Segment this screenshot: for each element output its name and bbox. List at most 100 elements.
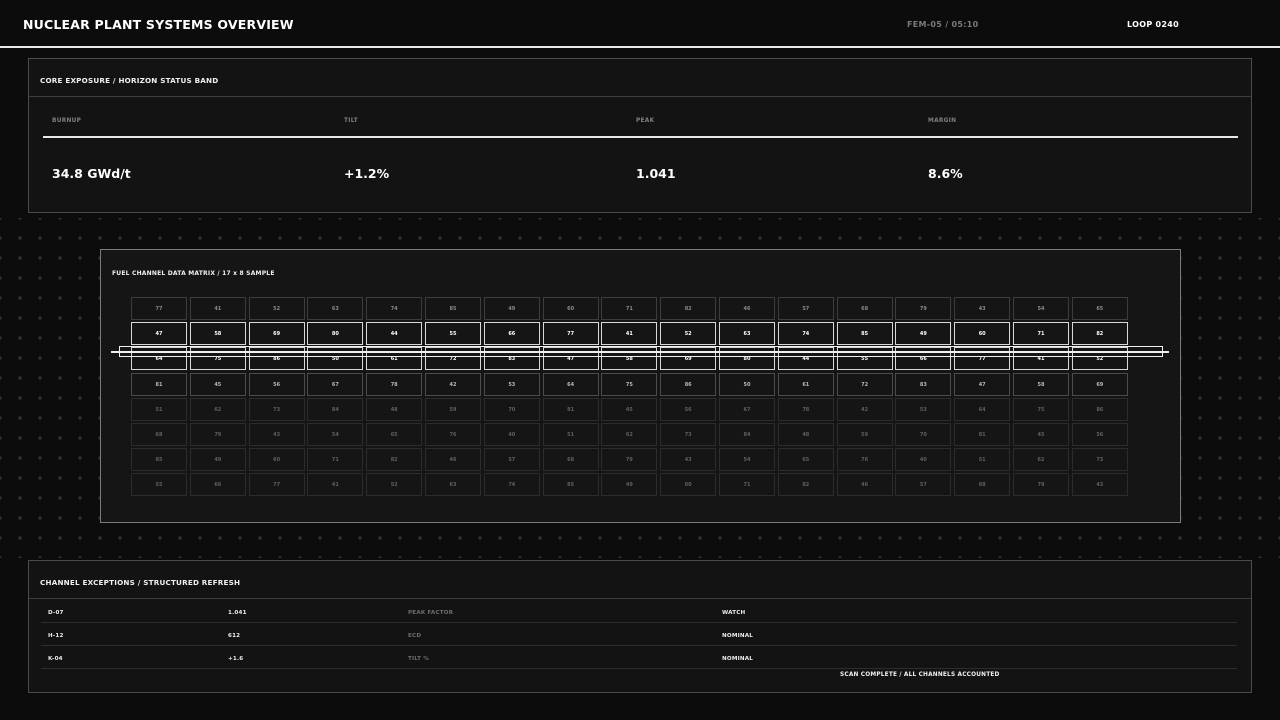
matrix-cell: 82 <box>777 473 834 497</box>
matrix-cell: 72 <box>836 372 893 396</box>
matrix-cell: 73 <box>1071 448 1128 472</box>
matrix-cell: 82 <box>660 297 717 320</box>
header-meta: FEM-05 / 05:10 <box>907 20 979 29</box>
table-row[interactable]: H-12 612 ECD NOMINAL <box>41 623 1237 646</box>
matrix-cell: 79 <box>601 448 658 472</box>
metric-label-tilt: TILT <box>344 118 358 124</box>
matrix-cell: 71 <box>601 297 658 320</box>
channel-value: 612 <box>228 633 241 639</box>
matrix-cell: 65 <box>366 423 423 446</box>
header-loop: LOOP 0240 <box>1127 20 1180 29</box>
metric-value-burnup: 34.8 GWd/t <box>52 166 131 181</box>
matrix-cell: 42 <box>836 397 893 421</box>
core-exposure-panel: CORE EXPOSURE / HORIZON STATUS BAND BURN… <box>28 58 1252 213</box>
matrix-cell: 43 <box>1071 473 1128 497</box>
matrix-cell: 55 <box>425 322 481 346</box>
matrix-cell: 66 <box>483 322 540 346</box>
channel-metric: ECD <box>408 633 422 639</box>
matrix-cell: 54 <box>1013 297 1069 320</box>
matrix-cell: 82 <box>1071 322 1128 346</box>
matrix-cell: 59 <box>425 397 481 421</box>
matrix-cell: 68 <box>836 297 893 320</box>
matrix-cell: 65 <box>1071 297 1128 320</box>
matrix-cell: 85 <box>542 473 599 497</box>
matrix-cell: 47 <box>131 322 187 346</box>
matrix-cell: 40 <box>895 448 952 472</box>
matrix-cell: 73 <box>248 397 305 421</box>
matrix-cell: 66 <box>189 473 246 497</box>
matrix-cell: 46 <box>719 297 775 320</box>
matrix-cell: 42 <box>425 372 481 396</box>
table-row[interactable]: D-07 1.041 PEAK FACTOR WATCH <box>41 600 1237 623</box>
matrix-cell: 51 <box>954 448 1011 472</box>
divider <box>29 598 1251 599</box>
matrix-cell: 52 <box>660 322 717 346</box>
matrix-cell: 65 <box>777 448 834 472</box>
matrix-cell: 74 <box>777 322 834 346</box>
table-row[interactable]: K-04 +1.6 TILT % NOMINAL <box>41 646 1237 669</box>
channel-status: WATCH <box>722 610 746 616</box>
matrix-cell: 57 <box>777 297 834 320</box>
scan-status-text: SCAN COMPLETE / ALL CHANNELS ACCOUNTED <box>840 672 1000 678</box>
matrix-cell: 57 <box>483 448 540 472</box>
matrix-cell: 55 <box>131 473 187 497</box>
matrix-cell: 77 <box>542 322 599 346</box>
matrix-cell: 60 <box>542 297 599 320</box>
channel-metric: PEAK FACTOR <box>408 610 454 616</box>
metric-value-peak: 1.041 <box>636 166 676 181</box>
matrix-cell: 76 <box>836 448 893 472</box>
matrix-cell: 62 <box>601 423 658 446</box>
matrix-cell: 70 <box>895 423 952 446</box>
matrix-cell: 64 <box>542 372 599 396</box>
matrix-cell: 85 <box>131 448 187 472</box>
matrix-cell: 50 <box>719 372 775 396</box>
core-panel-title: CORE EXPOSURE / HORIZON STATUS BAND <box>40 76 219 85</box>
matrix-cell: 78 <box>777 397 834 421</box>
channel-exceptions-panel: CHANNEL EXCEPTIONS / STRUCTURED REFRESH … <box>28 560 1252 693</box>
metric-label-burnup: BURNUP <box>52 118 82 124</box>
matrix-cell: 62 <box>189 397 246 421</box>
matrix-cell: 76 <box>425 423 481 446</box>
matrix-cell: 82 <box>366 448 423 472</box>
matrix-cell: 49 <box>189 448 246 472</box>
metric-label-margin: MARGIN <box>928 118 957 124</box>
matrix-cell: 69 <box>248 322 305 346</box>
channel-status: NOMINAL <box>722 633 754 639</box>
channel-metric: TILT % <box>408 656 430 662</box>
matrix-cell: 41 <box>601 322 658 346</box>
matrix-cell: 58 <box>1013 372 1069 396</box>
matrix-cell: 56 <box>660 397 717 421</box>
matrix-cell: 49 <box>601 473 658 497</box>
matrix-cell: 79 <box>895 297 952 320</box>
matrix-cell: 70 <box>483 397 540 421</box>
matrix-cell: 63 <box>719 322 775 346</box>
channel-id: K-04 <box>48 656 63 662</box>
matrix-cell: 81 <box>542 397 599 421</box>
matrix-cell: 67 <box>719 397 775 421</box>
matrix-cell: 59 <box>836 423 893 446</box>
matrix-cell: 81 <box>131 372 187 396</box>
matrix-cell: 63 <box>307 297 364 320</box>
matrix-cell: 44 <box>366 322 423 346</box>
matrix-cell: 48 <box>366 397 423 421</box>
matrix-cell: 68 <box>954 473 1011 497</box>
matrix-cell: 41 <box>189 297 246 320</box>
page-title: NUCLEAR PLANT SYSTEMS OVERVIEW <box>23 17 294 32</box>
matrix-cell: 74 <box>483 473 540 497</box>
matrix-cell: 83 <box>895 372 952 396</box>
matrix-cell: 75 <box>601 372 658 396</box>
matrix-cell: 43 <box>954 297 1011 320</box>
matrix-cell: 74 <box>366 297 423 320</box>
matrix-cell: 43 <box>660 448 717 472</box>
matrix-cell: 71 <box>1013 322 1069 346</box>
matrix-cell: 77 <box>131 297 187 320</box>
matrix-cell: 51 <box>542 423 599 446</box>
matrix-cell: 85 <box>836 322 893 346</box>
matrix-cell: 73 <box>660 423 717 446</box>
header-bar: NUCLEAR PLANT SYSTEMS OVERVIEW FEM-05 / … <box>0 0 1280 48</box>
matrix-cell: 68 <box>131 423 187 446</box>
metric-value-tilt: +1.2% <box>344 166 390 181</box>
matrix-cell: 60 <box>954 322 1011 346</box>
matrix-cell: 78 <box>366 372 423 396</box>
matrix-cell: 47 <box>954 372 1011 396</box>
